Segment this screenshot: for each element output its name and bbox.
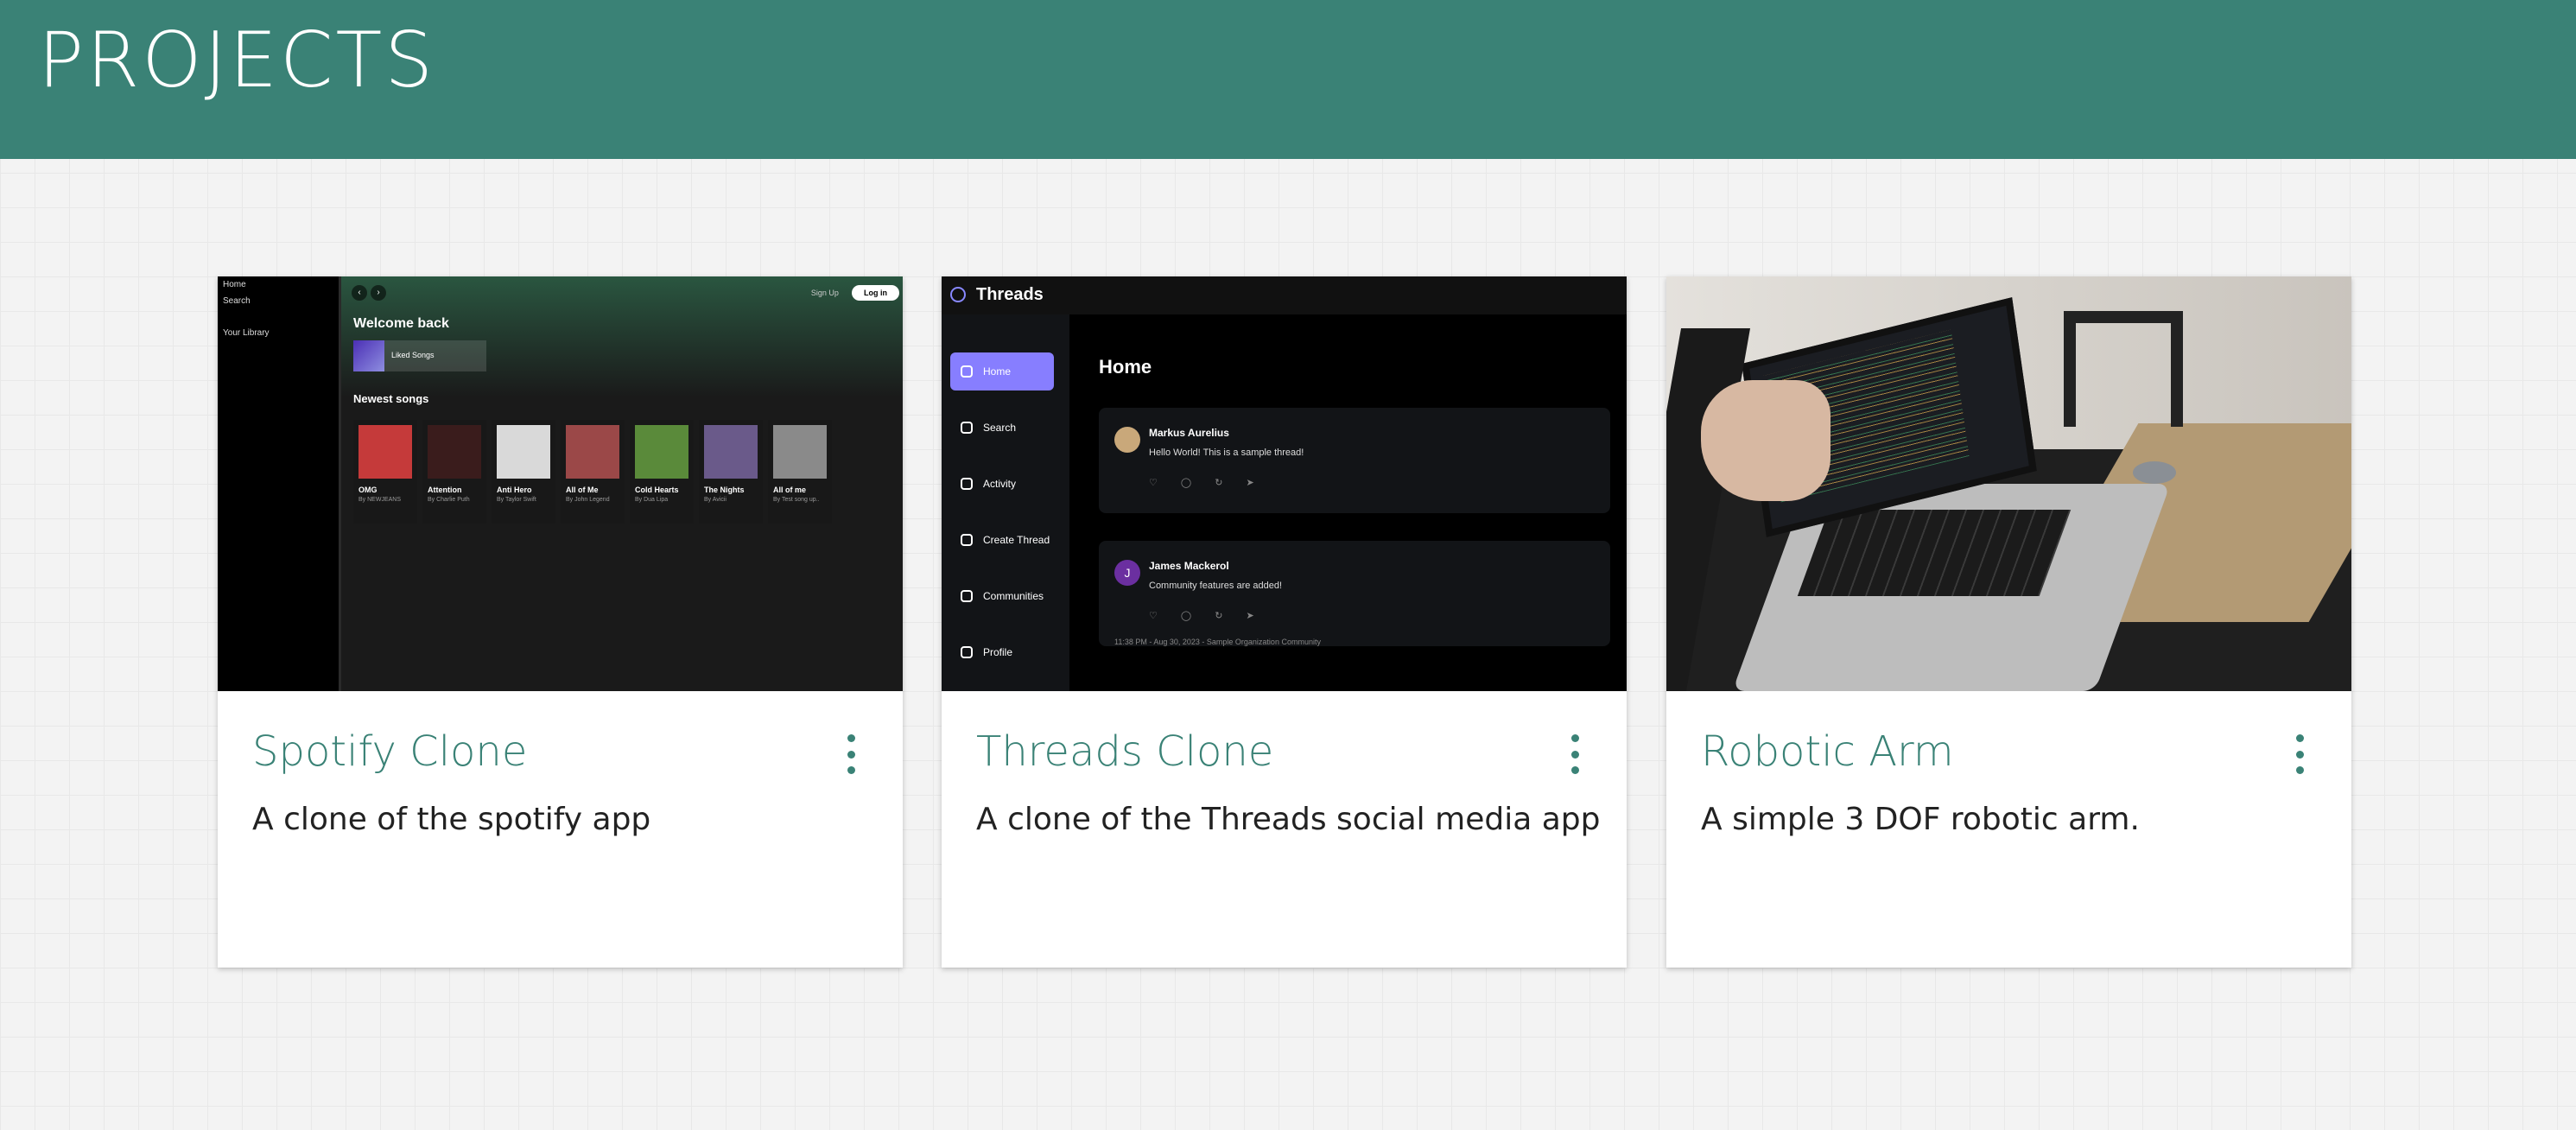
threads-nav-item: Communities xyxy=(950,577,1054,615)
project-card-threads[interactable]: Threads Home Search Activity Create Thread C… xyxy=(942,276,1627,968)
song-name: All of me xyxy=(773,486,807,494)
album-art xyxy=(497,425,550,479)
forward-icon: › xyxy=(371,285,386,301)
song-tile: Cold Hearts By Dua Lipa xyxy=(630,420,694,524)
project-title: Threads Clone xyxy=(976,727,1274,776)
project-image[interactable] xyxy=(1666,276,2351,691)
song-artist: By John Legend xyxy=(566,497,610,503)
post-author: James Mackerol xyxy=(1149,560,1229,572)
song-tile: All of Me By John Legend xyxy=(561,420,625,524)
header-bar: PROJECTS xyxy=(0,0,2576,159)
avatar xyxy=(1114,427,1140,453)
song-artist: By Taylor Swift xyxy=(497,497,536,503)
album-art xyxy=(773,425,827,479)
more-vert-icon[interactable] xyxy=(842,734,860,774)
song-name: Attention xyxy=(428,486,462,494)
page-title: PROJECTS xyxy=(38,16,436,105)
project-image[interactable]: Threads Home Search Activity Create Thread C… xyxy=(942,276,1627,691)
post-meta: 11:38 PM - Aug 30, 2023 - Sample Organiz… xyxy=(1114,638,1321,646)
album-art xyxy=(428,425,481,479)
sidebar-item: Your Library xyxy=(223,328,270,338)
project-image[interactable]: Home Search Your Library ‹ › Sign Up Log … xyxy=(218,276,903,691)
more-vert-icon[interactable] xyxy=(1566,734,1583,774)
album-art xyxy=(566,425,619,479)
song-name: Anti Hero xyxy=(497,486,532,494)
robotic-arm-photo xyxy=(1666,276,2351,691)
song-tile: The Nights By Avicii xyxy=(699,420,763,524)
album-art xyxy=(704,425,758,479)
post-text: Hello World! This is a sample thread! xyxy=(1149,448,1304,458)
newest-heading: Newest songs xyxy=(353,392,429,405)
heart-icon xyxy=(353,340,384,371)
album-art xyxy=(358,425,412,479)
post-author: Markus Aurelius xyxy=(1149,427,1229,439)
song-tile: All of me By Test song up.. xyxy=(768,420,832,524)
more-vert-icon[interactable] xyxy=(2291,734,2308,774)
back-icon: ‹ xyxy=(352,285,367,301)
threads-logo-icon xyxy=(950,287,966,302)
spotify-sidebar: Home Search Your Library xyxy=(218,276,341,691)
post-text: Community features are added! xyxy=(1149,581,1283,591)
threads-nav-item: Create Thread xyxy=(950,521,1054,559)
welcome-heading: Welcome back xyxy=(353,316,449,331)
song-tile: Anti Hero By Taylor Swift xyxy=(492,420,555,524)
song-artist: By Test song up.. xyxy=(773,497,820,503)
project-description: A simple 3 DOF robotic arm. xyxy=(1701,802,2140,837)
threads-topbar: Threads xyxy=(942,276,1627,314)
sidebar-item: Search xyxy=(223,296,251,306)
login-label: Log in xyxy=(852,285,899,301)
project-title: Spotify Clone xyxy=(252,727,528,776)
threads-home-heading: Home xyxy=(1099,356,1152,378)
song-tile: OMG By NEWJEANS xyxy=(353,420,417,524)
thread-post: Markus Aurelius Hello World! This is a sa… xyxy=(1099,408,1610,513)
sidebar-item: Home xyxy=(223,280,246,289)
song-name: All of Me xyxy=(566,486,599,494)
liked-songs-tile: Liked Songs xyxy=(353,340,486,371)
threads-brand: Threads xyxy=(976,285,1044,304)
project-card-spotify[interactable]: Home Search Your Library ‹ › Sign Up Log … xyxy=(218,276,903,968)
song-artist: By NEWJEANS xyxy=(358,497,402,503)
thread-post: J James Mackerol Community features are ad… xyxy=(1099,541,1610,646)
threads-nav-item: Activity xyxy=(950,465,1054,503)
song-name: The Nights xyxy=(704,486,745,494)
project-title: Robotic Arm xyxy=(1701,727,1954,776)
post-actions: ♡ ◯ ↻ ➤ xyxy=(1149,478,1265,488)
song-name: Cold Hearts xyxy=(635,486,679,494)
song-tile: Attention By Charlie Puth xyxy=(422,420,486,524)
project-description: A clone of the Threads social media app xyxy=(976,802,1601,837)
post-actions: ♡ ◯ ↻ ➤ xyxy=(1149,611,1265,621)
song-name: OMG xyxy=(358,486,378,494)
threads-nav-item: Search xyxy=(950,409,1054,447)
nav-arrows: ‹ › xyxy=(352,285,390,301)
album-art xyxy=(635,425,688,479)
signup-label: Sign Up xyxy=(810,289,839,297)
song-artist: By Charlie Puth xyxy=(428,497,470,503)
song-artist: By Dua Lipa xyxy=(635,497,669,503)
threads-sidebar: Home Search Activity Create Thread Communiti… xyxy=(942,314,1069,691)
project-card-robotic-arm[interactable]: Robotic Arm A simple 3 DOF robotic arm. xyxy=(1666,276,2351,968)
threads-nav-item: Home xyxy=(950,352,1054,390)
project-description: A clone of the spotify app xyxy=(252,802,651,837)
avatar: J xyxy=(1114,560,1140,586)
threads-nav-item: Profile xyxy=(950,633,1054,671)
song-artist: By Avicii xyxy=(704,497,726,503)
